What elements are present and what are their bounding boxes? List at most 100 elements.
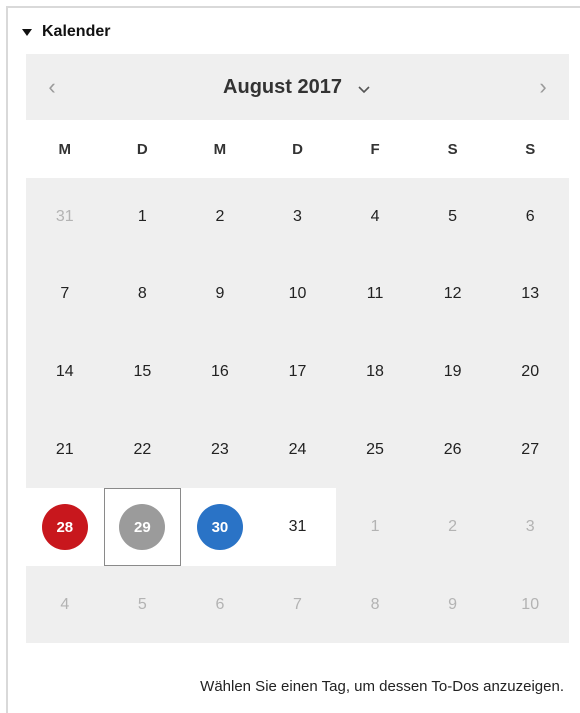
day-number: 7 [60,285,70,303]
calendar-day[interactable]: 30 [181,488,259,566]
calendar-day[interactable]: 9 [181,256,259,334]
day-number: 8 [370,595,380,613]
previous-month-button[interactable]: ‹ [32,67,72,107]
day-number: 17 [288,362,307,380]
day-number: 31 [288,518,307,536]
day-number: 7 [293,595,302,613]
weekday-label: S [525,140,536,158]
calendar-day[interactable]: 27 [491,411,569,489]
month-title: August 2017 [26,54,569,120]
day-number: 11 [366,285,384,303]
weekday-label: F [370,140,380,158]
calendar-day[interactable]: 10 [259,256,337,334]
todo-hint: Wählen Sie einen Tag, um dessen To-Dos a… [200,678,564,695]
day-number: 10 [521,595,540,613]
calendar-day[interactable]: 11 [336,256,414,334]
calendar-day[interactable]: 10 [491,566,569,644]
day-number: 13 [521,285,540,303]
calendar-day[interactable]: 24 [259,411,337,489]
calendar-day[interactable]: 17 [259,333,337,411]
calendar-day[interactable]: 7 [26,256,104,334]
day-number: 5 [137,595,147,613]
calendar-day[interactable]: 1 [336,488,414,566]
day-number: 21 [55,440,74,458]
calendar-day[interactable]: 8 [104,256,182,334]
day-number: 6 [215,595,225,613]
day-number: 3 [293,207,302,225]
day-number: 16 [211,362,229,380]
calendar-day[interactable]: 5 [104,566,182,644]
calendar-day[interactable]: 6 [181,566,259,644]
day-number: 24 [288,440,307,458]
calendar-day[interactable]: 19 [414,333,492,411]
day-number: 9 [448,595,458,613]
day-number: 27 [521,440,540,458]
calendar-day[interactable]: 8 [336,566,414,644]
month-label[interactable]: August 2017 [223,76,342,99]
calendar-day[interactable]: 23 [181,411,259,489]
day-number: 2 [215,207,225,225]
calendar-day[interactable]: 22 [104,411,182,489]
calendar-day[interactable]: 9 [414,566,492,644]
day-number: 14 [55,362,74,380]
day-number: 8 [137,285,147,303]
day-number: 25 [366,440,384,458]
day-event-marker: 28 [41,504,88,551]
day-number: 22 [133,440,152,458]
day-number: 23 [211,440,229,458]
chevron-left-icon: ‹ [48,74,56,99]
calendar-day[interactable]: 4 [336,178,414,256]
calendar-day[interactable]: 3 [259,178,337,256]
calendar-day[interactable]: 13 [491,256,569,334]
calendar-day[interactable]: 2 [181,178,259,256]
day-number: 18 [366,362,384,380]
day-number: 19 [443,362,462,380]
day-number: 15 [133,362,152,380]
calendar-day[interactable]: 15 [104,333,182,411]
weekday-header: MDMDFSS [26,120,569,178]
calendar-day[interactable]: 26 [414,411,492,489]
day-grid: 31 1 2 3 4 5 6 7 8 9 10 11 12 13 14 15 16 17 18 19 20 21 22 23 2… [26,178,569,644]
day-number: 4 [370,207,380,225]
calendar-day[interactable]: 7 [259,566,337,644]
day-number: 9 [215,285,225,303]
day-number: 1 [370,518,380,536]
calendar-day[interactable]: 18 [336,333,414,411]
calendar-day[interactable]: 4 [26,566,104,644]
weekday-label: D [136,140,148,158]
next-month-button[interactable]: › [523,67,563,107]
calendar-day[interactable]: 6 [491,178,569,256]
weekday-label: D [292,140,303,158]
day-event-marker: 29 [119,504,166,551]
day-event-marker: 30 [196,504,243,551]
calendar-day[interactable]: 2 [414,488,492,566]
calendar-day[interactable]: 1 [104,178,182,256]
calendar-day[interactable]: 14 [26,333,104,411]
calendar-day[interactable]: 25 [336,411,414,489]
calendar-day[interactable]: 31 [258,488,337,566]
calendar-day[interactable]: 21 [26,411,104,489]
calendar-section-toggle[interactable]: Kalender [22,20,110,44]
calendar-day[interactable]: 20 [491,333,569,411]
weekday-label: M [213,140,227,158]
chevron-right-icon: › [539,74,547,99]
day-number: 12 [443,285,462,303]
calendar-day-selected[interactable]: 29 [103,488,182,566]
calendar-day[interactable]: 5 [414,178,492,256]
chevron-down-icon[interactable] [356,81,372,97]
day-number: 4 [60,595,70,613]
calendar-day[interactable]: 12 [414,256,492,334]
day-number: 2 [448,518,458,536]
collapse-triangle-icon [22,29,32,36]
day-number: 3 [525,518,535,536]
calendar-day[interactable]: 16 [181,333,259,411]
calendar-day[interactable]: 31 [26,178,104,256]
calendar-day[interactable]: 28 [26,488,104,566]
day-number: 26 [443,440,462,458]
day-number: 5 [448,207,458,225]
weekday-label: S [447,140,458,158]
day-number: 31 [55,207,74,225]
day-number: 6 [525,207,535,225]
section-title: Kalender [42,23,111,40]
calendar-day[interactable]: 3 [491,488,569,566]
